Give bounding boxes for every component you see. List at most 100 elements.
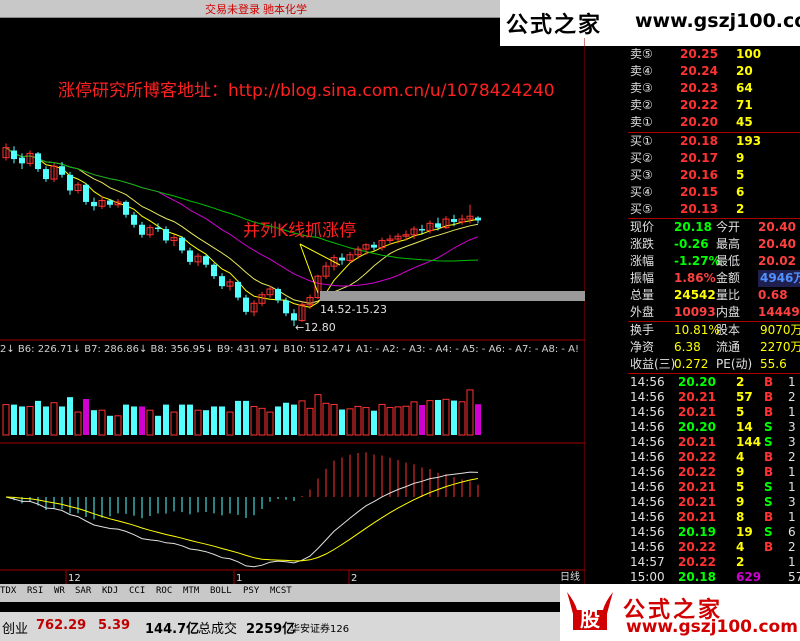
volume-bar	[211, 406, 217, 435]
buy-level-label: 买①	[630, 134, 653, 148]
buy-level-label: 买④	[630, 185, 653, 199]
stat-value: 20.40	[758, 237, 796, 251]
volume-bar	[74, 411, 82, 436]
volume-bar	[466, 389, 474, 436]
sell-price: 20.24	[680, 64, 718, 78]
fundamental-row: 换手 10.81% 股本 9070万	[628, 322, 800, 339]
index-value: 762.29	[36, 618, 87, 633]
volume-bar	[203, 410, 209, 435]
order-book-buy-row: 买③ 20.16 5	[628, 167, 800, 184]
indicator-tab-mcst[interactable]: MCST	[270, 586, 292, 596]
pattern-arrow-2	[299, 243, 341, 266]
candle-body	[179, 237, 185, 251]
indicator-tab-sar[interactable]: SAR	[75, 586, 91, 596]
candle-body	[451, 219, 457, 222]
total-turnover-label: 总成交	[198, 622, 238, 637]
candle-body	[83, 184, 89, 202]
indicator-tab-cci[interactable]: CCI	[129, 586, 145, 596]
buy-volume: 5	[736, 168, 745, 182]
buy-price: 20.18	[680, 134, 718, 148]
buy-level-label: 买⑤	[630, 202, 653, 216]
candle-body	[11, 150, 17, 160]
stat-label: 内盘	[716, 305, 741, 319]
volume-bar	[298, 400, 306, 436]
volume-bar	[410, 401, 418, 436]
broker-name[interactable]: 华安证券126	[290, 620, 349, 635]
order-book-sell-row: 卖③ 20.23 64	[628, 80, 800, 97]
volume-bar	[91, 410, 97, 435]
buy-price: 20.15	[680, 185, 718, 199]
candle-body	[91, 201, 97, 207]
candle-body	[187, 250, 193, 262]
fundamental-row: 收益(三) 0.272 PE(动) 55.6	[628, 356, 800, 373]
stat-value: 10093	[674, 305, 716, 319]
indicator-tab-mtm[interactable]: MTM	[183, 586, 199, 596]
candle-body	[59, 166, 65, 175]
low-label: ←12.80	[295, 321, 336, 334]
volume-bar	[371, 410, 377, 435]
stat-label: 涨跌	[630, 237, 655, 251]
indicator-tab-psy[interactable]: PSY	[243, 586, 259, 596]
candle-body	[19, 157, 25, 164]
indicator-tab-kdj[interactable]: KDJ	[102, 586, 118, 596]
stat-label: 涨幅	[630, 254, 655, 268]
order-book-buy-row: 买① 20.18 193	[628, 133, 800, 150]
candle-body	[219, 276, 225, 287]
candle-body	[203, 256, 209, 265]
indicator-tab-wr[interactable]: WR	[54, 586, 65, 596]
stat-label: 外盘	[630, 305, 655, 319]
volume-bar	[419, 404, 425, 435]
volume-bar	[322, 402, 330, 436]
volume-bar	[67, 397, 73, 435]
volume-bar	[219, 406, 225, 435]
indicator-tab-boll[interactable]: BOLL	[210, 586, 232, 596]
volume-bar	[386, 407, 394, 436]
stat-label: 现价	[630, 220, 655, 234]
volume-bar	[226, 411, 234, 436]
candle-body	[475, 217, 481, 221]
volume-bar	[98, 409, 106, 436]
sell-volume: 64	[736, 81, 753, 95]
volume-bar	[330, 404, 338, 436]
stat-label: PE(动)	[716, 357, 753, 371]
volume-bar	[442, 398, 450, 436]
volume-bar	[107, 415, 113, 435]
buy-price: 20.17	[680, 151, 718, 165]
moving-average-lines	[5, 147, 479, 308]
volume-bar	[339, 409, 345, 435]
candle-body	[283, 300, 289, 314]
volume-bar	[114, 415, 122, 436]
volume-bar	[19, 406, 25, 435]
stat-value: -1.27%	[674, 254, 721, 268]
volume-bar	[2, 404, 10, 436]
order-book-sell-row: 卖① 20.20 45	[628, 114, 800, 131]
volume-bar	[123, 404, 129, 435]
volume-bar	[275, 406, 281, 435]
date-tick-label: 12	[68, 573, 81, 584]
candle-body	[123, 201, 129, 215]
window-title-bar: 交易未登录 驰本化学	[0, 0, 500, 18]
sell-volume: 20	[736, 64, 753, 78]
range-label: 14.52-15.23	[320, 303, 387, 316]
sell-level-label: 卖①	[630, 115, 653, 129]
blog-annotation: 涨停研究所博客地址：http://blog.sina.com.cn/u/1078…	[58, 81, 555, 101]
indicator-tab-roc[interactable]: ROC	[156, 586, 172, 596]
stat-value: 14449	[758, 305, 800, 319]
ma-line-5	[5, 147, 479, 308]
volume-bar	[458, 401, 466, 436]
stat-value: -0.26	[674, 237, 709, 251]
order-book-sell-row: 卖⑤ 20.25 100	[628, 46, 800, 63]
indicator-tab-tdx[interactable]: TDX	[0, 586, 16, 596]
stat-value: 10.81%	[674, 323, 720, 337]
kline-chart[interactable]: 32.0030.0028.0026.0024.0022.0020.0018.00…	[0, 17, 585, 584]
stat-label: 收益(三)	[630, 357, 676, 371]
macd-line	[5, 471, 479, 568]
volume-bar	[394, 406, 402, 436]
stat-value: 6.38	[674, 340, 701, 354]
stat-label: 净资	[630, 340, 655, 354]
indicator-tab-rsi[interactable]: RSI	[27, 586, 43, 596]
stat-label: 振幅	[630, 271, 655, 285]
sell-level-label: 卖②	[630, 98, 653, 112]
stat-row: 涨幅 -1.27% 最低 20.02	[628, 253, 800, 270]
candle-body	[419, 229, 425, 231]
